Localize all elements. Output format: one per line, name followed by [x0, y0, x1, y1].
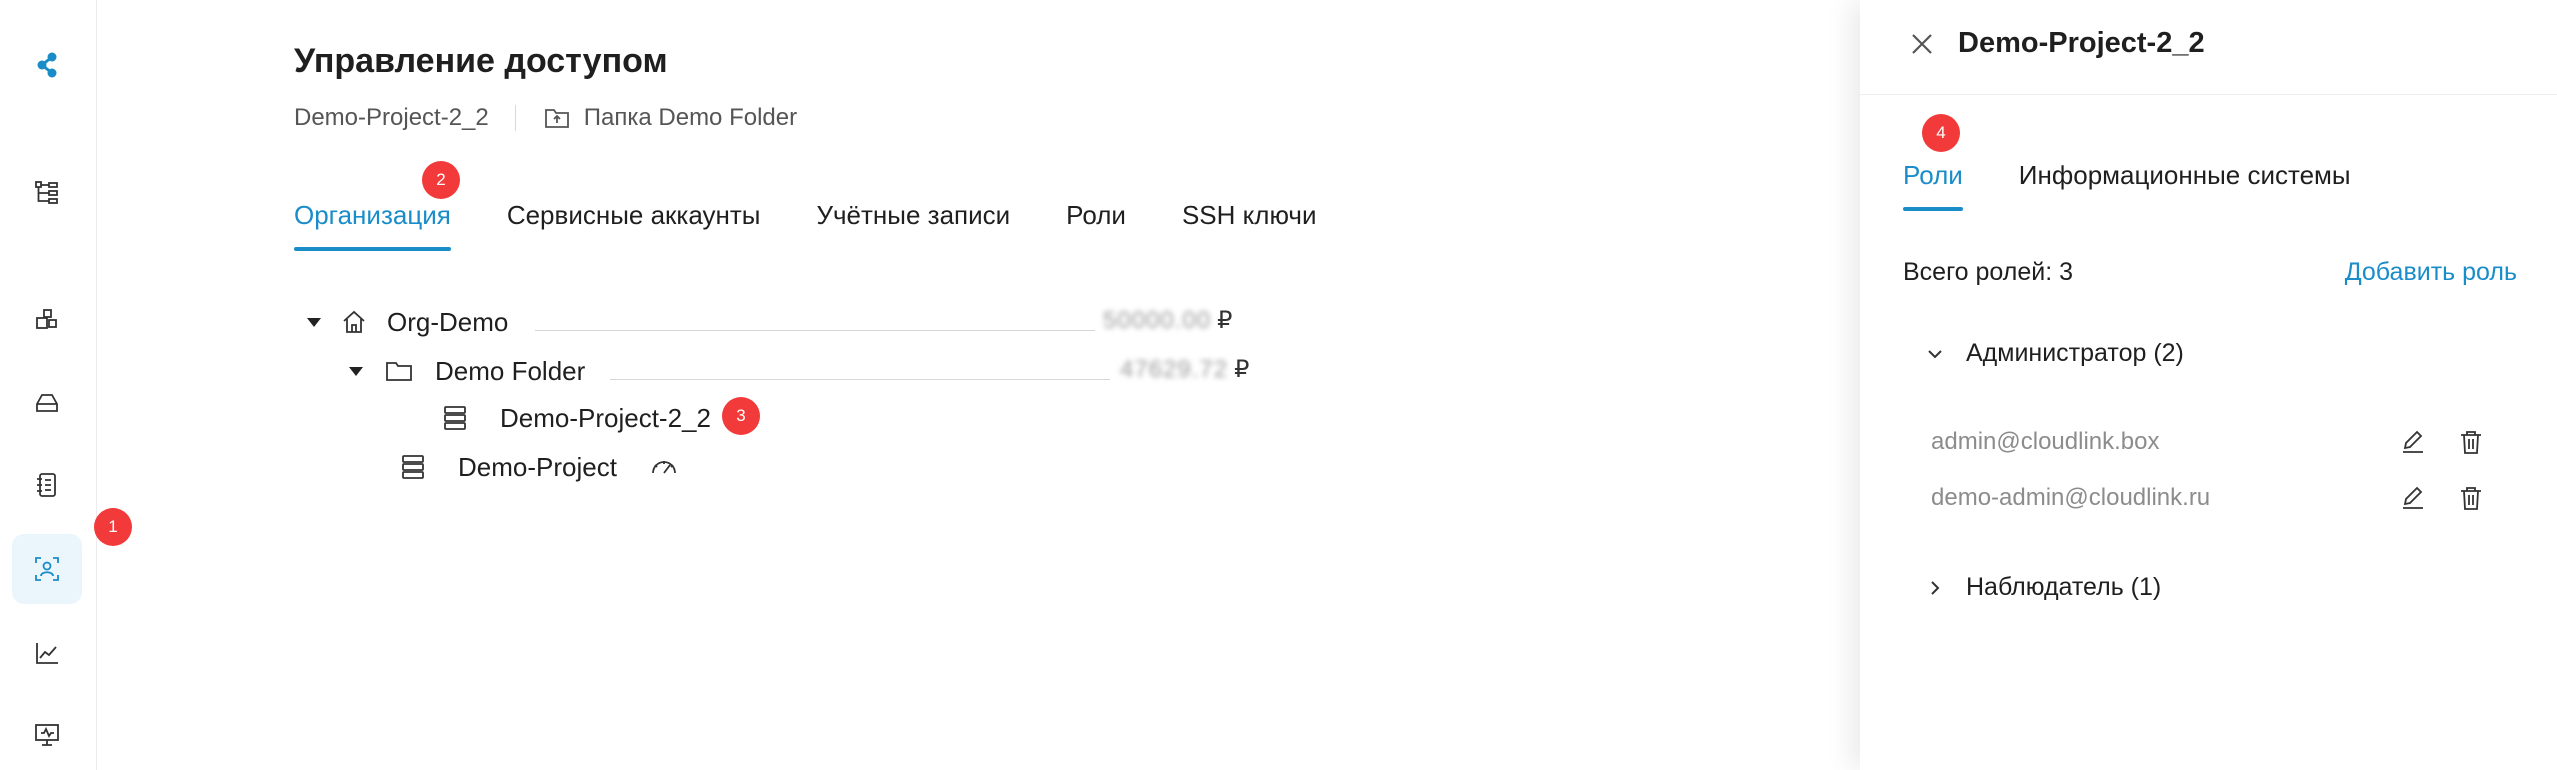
tab-roles[interactable]: Роли: [1066, 200, 1126, 251]
access-control-icon: [35, 557, 59, 581]
currency-symbol: ₽: [1217, 307, 1233, 334]
leader-line: [610, 379, 1110, 380]
role-group-admin[interactable]: Администратор (2): [1926, 339, 2184, 368]
callout-badge-4: 4: [1922, 114, 1960, 152]
member-email: admin@cloudlink.box: [1931, 428, 2160, 455]
tree-row-project-selected[interactable]: Demo-Project-2_2: [442, 398, 711, 438]
breadcrumb: Demo-Project-2_2 Папка Demo Folder: [294, 104, 797, 132]
caret-down-icon[interactable]: [349, 366, 363, 376]
tab-ssh-keys[interactable]: SSH ключи: [1182, 200, 1317, 251]
home-icon: [343, 310, 365, 333]
storage-icon: [36, 394, 58, 412]
tree-label-folder: Demo Folder: [435, 355, 586, 386]
tab-organization[interactable]: Организация: [294, 200, 451, 251]
folder-balance: 47629.72 ₽: [1120, 355, 1249, 384]
roles-total: Всего ролей: 3: [1903, 258, 2074, 286]
speedometer-icon[interactable]: [649, 456, 679, 478]
main-tabs: Организация Сервисные аккаунты Учётные з…: [294, 200, 1316, 251]
project-icon: [402, 455, 424, 479]
breadcrumb-folder[interactable]: Папка Demo Folder: [544, 104, 797, 132]
breadcrumb-project[interactable]: Demo-Project-2_2: [294, 104, 489, 132]
folder-icon: [544, 109, 569, 128]
close-icon[interactable]: [1905, 27, 1939, 61]
member-email: demo-admin@cloudlink.ru: [1931, 484, 2211, 511]
monitoring-icon: [35, 724, 59, 746]
role-group-observer[interactable]: Наблюдатель (1): [1926, 573, 2161, 602]
hierarchy-icon: [35, 181, 58, 204]
sidebar-item-notebook[interactable]: [12, 450, 82, 520]
callout-badge-3: 3: [722, 397, 760, 435]
sidebar-item-analytics[interactable]: [12, 618, 82, 688]
edit-icon[interactable]: [2398, 427, 2428, 457]
tree-label-org: Org-Demo: [387, 306, 509, 337]
currency-symbol: ₽: [1234, 356, 1250, 383]
callout-badge-1: 1: [94, 508, 132, 546]
caret-down-icon[interactable]: [307, 317, 321, 327]
chevron-right-icon[interactable]: [1926, 579, 1944, 597]
analytics-icon: [36, 643, 58, 664]
add-role-link[interactable]: Добавить роль: [2345, 258, 2517, 287]
delete-icon[interactable]: [2456, 427, 2486, 457]
sidebar: [0, 0, 97, 770]
tab-accounts[interactable]: Учётные записи: [816, 200, 1010, 251]
page-title: Управление доступом: [294, 42, 668, 80]
chevron-down-icon[interactable]: [1926, 345, 1944, 363]
tree-label-project: Demo-Project: [458, 451, 617, 482]
breadcrumb-folder-label: Папка Demo Folder: [583, 104, 798, 131]
tab-service-accounts[interactable]: Сервисные аккаунты: [507, 200, 761, 251]
sidebar-item-access[interactable]: [12, 534, 82, 604]
drawer-tabs: Роли Информационные системы: [1903, 160, 2351, 211]
notebook-icon: [37, 473, 56, 497]
drawer-header: Demo-Project-2_2: [1860, 0, 2557, 95]
role-group-label: Наблюдатель (1): [1966, 573, 2162, 601]
role-group-label: Администратор (2): [1966, 339, 2184, 367]
drawer-title: Demo-Project-2_2: [1958, 27, 2205, 59]
tab-roles[interactable]: Роли: [1903, 160, 1963, 211]
tree-row-folder[interactable]: Demo Folder: [349, 351, 585, 391]
leader-line: [535, 330, 1095, 331]
delete-icon[interactable]: [2456, 483, 2486, 513]
folder-icon: [386, 362, 412, 381]
sidebar-item-hierarchy[interactable]: [12, 157, 82, 227]
edit-icon[interactable]: [2398, 483, 2428, 513]
org-balance: 50000.00 ₽: [1103, 306, 1232, 335]
org-balance-value: 50000.00: [1103, 306, 1212, 334]
resources-icon: [36, 309, 57, 329]
callout-badge-2: 2: [422, 161, 460, 199]
sidebar-item-monitoring[interactable]: [12, 700, 82, 770]
logo-icon[interactable]: [12, 30, 82, 100]
project-icon: [444, 406, 466, 430]
tree-label-project-selected: Demo-Project-2_2: [500, 402, 711, 433]
breadcrumb-divider: [514, 105, 516, 131]
sidebar-item-resources[interactable]: [12, 285, 82, 355]
details-drawer: Demo-Project-2_2 4 Роли Информационные с…: [1860, 0, 2557, 770]
sidebar-item-storage[interactable]: [12, 368, 82, 438]
tree-row-project[interactable]: Demo-Project: [400, 447, 679, 487]
folder-balance-value: 47629.72: [1120, 355, 1229, 383]
tree-row-org[interactable]: Org-Demo: [307, 302, 508, 342]
tab-information-systems[interactable]: Информационные системы: [2019, 160, 2351, 211]
